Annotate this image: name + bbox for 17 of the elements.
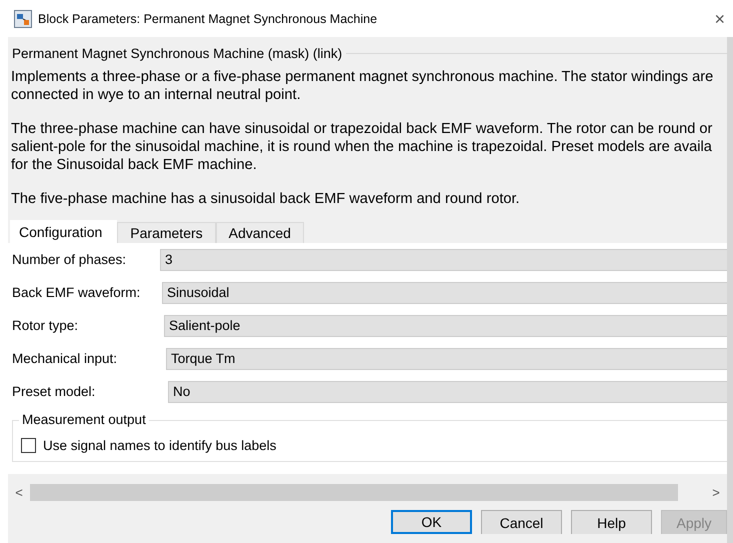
parameter-label: Rotor type:: [11, 318, 80, 333]
section-header: Permanent Magnet Synchronous Machine (mask) (link): [12, 46, 342, 60]
app-icon: [14, 10, 32, 28]
parameter-label: Number of phases:: [11, 252, 128, 267]
scroll-right-arrow[interactable]: >: [705, 484, 727, 500]
description-paragraph: The three-phase machine can have sinusoidal or trapezoidal back EMF waveform. The rotor can be round or salient-pole for the sinusoidal machine, it is round when the machine is trapezoidal. Preset models are availa for the Sinusoidal back EMF machine.: [11, 120, 712, 174]
parameter-label: Back EMF waveform:: [11, 285, 142, 300]
description-paragraph: The five-phase machine has a sinusoidal back EMF waveform and round rotor.: [11, 190, 520, 208]
parameter-label: Preset model:: [11, 384, 96, 399]
window-title: Block Parameters: Permanent Magnet Synchronous Machine: [38, 12, 378, 26]
description-paragraph: Implements a three-phase or a five-phase permanent magnet synchronous machine. The stator windings are connected in wye to an internal neutral point.: [11, 68, 714, 104]
group-title: Measurement output: [19, 412, 149, 427]
parameter-label: Mechanical input:: [11, 351, 118, 366]
vertical-scrollbar[interactable]: [727, 37, 733, 543]
scroll-left-arrow[interactable]: <: [8, 484, 30, 500]
close-icon[interactable]: ×: [714, 10, 725, 28]
checkbox-label: Use signal names to identify bus labels: [43, 438, 276, 453]
